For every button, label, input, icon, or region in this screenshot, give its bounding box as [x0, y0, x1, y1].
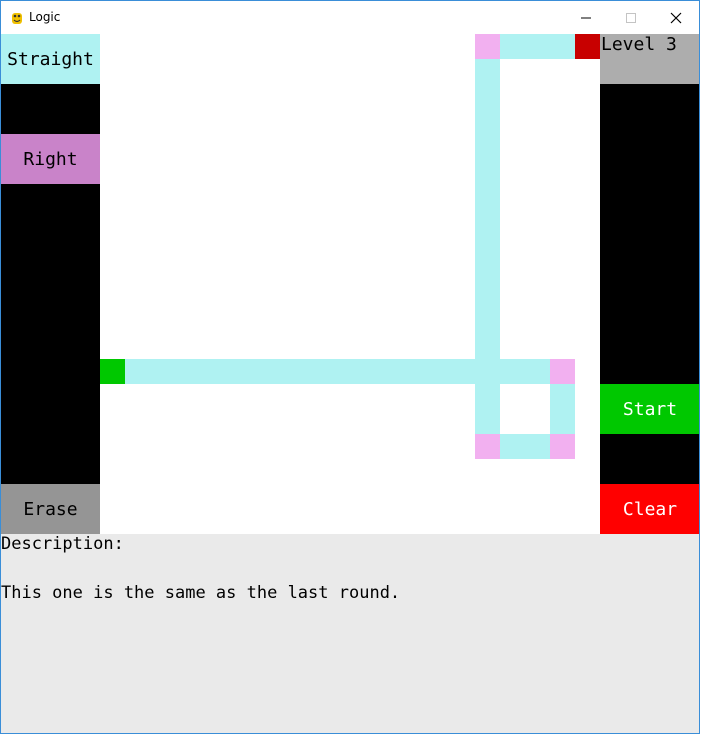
erase-button[interactable]: Erase: [1, 484, 100, 534]
straight-piece[interactable]: [500, 34, 575, 59]
straight-piece[interactable]: [550, 384, 575, 434]
straight-button[interactable]: Straight: [1, 34, 100, 84]
end-point: [575, 34, 600, 59]
turn-piece[interactable]: [550, 359, 575, 384]
start-button-label: Start: [622, 398, 678, 420]
straight-piece[interactable]: [500, 434, 550, 459]
clear-button-label: Clear: [622, 498, 678, 520]
close-icon: [670, 12, 682, 23]
right-panel: [600, 34, 699, 534]
title-bar: Logic: [1, 1, 699, 34]
clear-button[interactable]: Clear: [600, 484, 699, 534]
erase-button-label: Erase: [23, 498, 78, 520]
app-window: Logic Straight Right Erase Level 3 Start…: [0, 0, 700, 734]
game-board[interactable]: [100, 34, 600, 534]
start-point: [100, 359, 125, 384]
turn-piece[interactable]: [550, 434, 575, 459]
turn-piece[interactable]: [475, 34, 500, 59]
left-panel: [1, 34, 100, 534]
right-button[interactable]: Right: [1, 134, 100, 184]
level-box: Level 3: [600, 34, 699, 84]
maximize-button[interactable]: [608, 1, 654, 34]
maximize-icon: [626, 12, 636, 23]
description-text: This one is the same as the last round.: [1, 583, 401, 603]
close-button[interactable]: [653, 1, 699, 34]
description-heading: Description:: [1, 534, 124, 554]
straight-piece[interactable]: [125, 359, 550, 384]
straight-piece[interactable]: [475, 59, 500, 459]
start-button[interactable]: Start: [600, 384, 699, 434]
right-button-label: Right: [23, 148, 78, 170]
minimize-button[interactable]: [563, 1, 609, 34]
minimize-icon: [581, 17, 591, 18]
turn-piece[interactable]: [475, 434, 500, 459]
straight-button-label: Straight: [7, 48, 94, 70]
level-label: Level 3: [601, 34, 677, 55]
window-title: Logic: [29, 10, 61, 24]
description-panel: Description: This one is the same as the…: [1, 534, 699, 733]
pygame-snake-icon: [12, 13, 22, 24]
